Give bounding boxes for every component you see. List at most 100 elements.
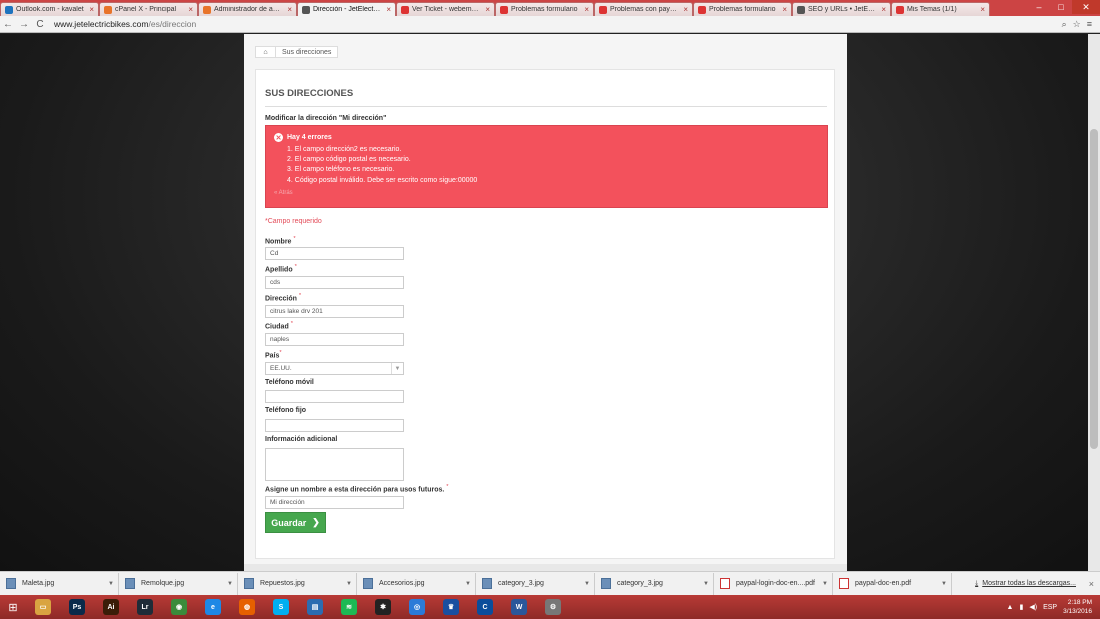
download-item[interactable]: Repuestos.jpg ▼	[238, 572, 357, 595]
app-target-taskbar-button[interactable]: ◎	[402, 596, 432, 618]
chrome-taskbar-button[interactable]: ◉	[164, 596, 194, 618]
browser-tab[interactable]: Dirección - JetElectricB ×	[297, 2, 396, 16]
chevron-down-icon[interactable]: ▼	[703, 581, 709, 587]
firefox-taskbar-button[interactable]: ◍	[232, 596, 262, 618]
tab-label: Mis Temas (1/1)	[907, 6, 957, 13]
download-item[interactable]: Maleta.jpg ▼	[0, 572, 119, 595]
form-subtitle: Modificar la dirección "Mi dirección"	[265, 115, 387, 122]
nombre-input[interactable]: Cd	[265, 247, 404, 260]
bookmark-star-icon[interactable]: ☆	[1073, 19, 1081, 30]
fijo-label: Teléfono fijo	[265, 407, 307, 414]
volume-icon[interactable]: ◀)	[1029, 603, 1037, 611]
close-tab-icon[interactable]: ×	[683, 5, 688, 14]
photoshop-taskbar-button[interactable]: Ps	[62, 596, 92, 618]
close-tab-icon[interactable]: ×	[584, 5, 589, 14]
chevron-down-icon[interactable]: ▼	[108, 581, 114, 587]
app-gear-taskbar-button[interactable]: ⚙	[538, 596, 568, 618]
chevron-down-icon[interactable]: ▼	[465, 581, 471, 587]
language-indicator[interactable]: ESP	[1043, 604, 1057, 611]
menu-icon[interactable]: ≡	[1087, 19, 1092, 30]
skype-taskbar-button[interactable]: S	[266, 596, 296, 618]
close-tab-icon[interactable]: ×	[386, 5, 391, 14]
image-file-icon	[6, 578, 16, 589]
maximize-icon[interactable]: □	[1050, 0, 1072, 14]
show-all-downloads-link[interactable]: ⤓ Mostrar todas las descargas...	[975, 580, 1100, 588]
pais-select[interactable]: EE.UU. ▼	[265, 362, 404, 375]
close-tab-icon[interactable]: ×	[782, 5, 787, 14]
browser-tab[interactable]: cPanel X - Principal ×	[99, 2, 198, 16]
download-item[interactable]: Accesorios.jpg ▼	[357, 572, 476, 595]
url-path: /es/direccion	[148, 19, 197, 29]
apellido-input[interactable]: cds	[265, 276, 404, 289]
back-icon[interactable]: ←	[0, 19, 16, 30]
file-explorer-taskbar-button[interactable]: ▭	[28, 596, 58, 618]
close-window-icon[interactable]: ✕	[1072, 0, 1100, 14]
tab-label: cPanel X - Principal	[115, 6, 177, 13]
illustrator-taskbar-button[interactable]: Ai	[96, 596, 126, 618]
close-tab-icon[interactable]: ×	[980, 5, 985, 14]
tray-up-arrow-icon[interactable]: ▲	[1007, 604, 1014, 611]
reload-icon[interactable]: C	[32, 19, 48, 30]
movil-input[interactable]	[265, 390, 404, 403]
tab-label: Administrador de arch	[214, 6, 282, 13]
spotify-taskbar-button[interactable]: ≋	[334, 596, 364, 618]
word-taskbar-button[interactable]: W	[504, 596, 534, 618]
chevron-down-icon[interactable]: ▼	[391, 363, 403, 374]
browser-tab[interactable]: Administrador de arch ×	[198, 2, 297, 16]
movil-label: Teléfono móvil	[265, 379, 314, 386]
lightroom-taskbar-button[interactable]: Lr	[130, 596, 160, 618]
tab-label: Problemas formulario	[511, 6, 578, 13]
vertical-scrollbar[interactable]	[1088, 34, 1100, 571]
browser-tab[interactable]: Ver Ticket - webempre ×	[396, 2, 495, 16]
direccion-label-text: Dirección	[265, 295, 297, 303]
windows-taskbar: ⊞ ▭ Ps Ai Lr ◉ e ◍ S ▤ ≋ ✱ ◎ ♛ C W ⚙ ▲ ▮ ◀) ESP 2:18 PM 3/13/…	[0, 595, 1100, 619]
close-tab-icon[interactable]: ×	[188, 5, 193, 14]
chevron-down-icon[interactable]: ▼	[584, 581, 590, 587]
direccion-input[interactable]: citrus lake drv 201	[265, 305, 404, 318]
breadcrumb-current: Sus direcciones	[282, 48, 332, 56]
tab-label: Problemas con paypal	[610, 6, 678, 13]
chevron-down-icon[interactable]: ▼	[227, 581, 233, 587]
browser-tab[interactable]: SEO y URLs • JetElect ×	[792, 2, 891, 16]
chevron-down-icon[interactable]: ▼	[346, 581, 352, 587]
browser-tab[interactable]: Problemas formulario ×	[495, 2, 594, 16]
info-textarea[interactable]	[265, 448, 404, 481]
ciudad-input[interactable]: naples	[265, 333, 404, 346]
browser-tab[interactable]: Problemas formulario ×	[693, 2, 792, 16]
forward-icon[interactable]: →	[16, 19, 32, 30]
clock[interactable]: 2:18 PM 3/13/2016	[1063, 598, 1092, 616]
home-icon[interactable]: ⌂	[256, 46, 276, 58]
notes-taskbar-button[interactable]: ▤	[300, 596, 330, 618]
browser-tab[interactable]: Outlook.com - kavalet ×	[0, 2, 99, 16]
close-tab-icon[interactable]: ×	[89, 5, 94, 14]
pais-label-text: País	[265, 352, 280, 360]
network-icon[interactable]: ▮	[1019, 603, 1023, 611]
downloads-bar: Maleta.jpg ▼ Remolque.jpg ▼ Repuestos.jpg ▼ Ac…	[0, 571, 1100, 595]
chevron-down-icon[interactable]: ▼	[822, 581, 828, 587]
alias-input[interactable]: Mi dirección	[265, 496, 404, 509]
close-tab-icon[interactable]: ×	[485, 5, 490, 14]
close-tab-icon[interactable]: ×	[287, 5, 292, 14]
download-item[interactable]: category_3.jpg ▼	[595, 572, 714, 595]
close-downloads-icon[interactable]: ×	[1089, 579, 1094, 589]
url-field[interactable]: www.jetelectricbikes.com/es/direccion	[54, 18, 1062, 31]
internet-explorer-taskbar-button[interactable]: e	[198, 596, 228, 618]
browser-tab[interactable]: Problemas con paypal ×	[594, 2, 693, 16]
app-c-taskbar-button[interactable]: C	[470, 596, 500, 618]
download-item[interactable]: category_3.jpg ▼	[476, 572, 595, 595]
browser-tab[interactable]: Mis Temas (1/1) ×	[891, 2, 990, 16]
download-item[interactable]: paypal-login-doc-en....pdf ▼	[714, 572, 833, 595]
fijo-input[interactable]	[265, 419, 404, 432]
zoom-icon[interactable]: ⌕	[1062, 19, 1067, 30]
close-tab-icon[interactable]: ×	[881, 5, 886, 14]
download-item[interactable]: paypal-doc-en.pdf ▼	[833, 572, 952, 595]
save-button[interactable]: Guardar ❯	[265, 512, 326, 533]
app-star-taskbar-button[interactable]: ✱	[368, 596, 398, 618]
error-back-link[interactable]: « Atrás	[274, 190, 819, 196]
start-button[interactable]: ⊞	[0, 595, 26, 619]
scrollbar-thumb[interactable]	[1090, 129, 1098, 449]
app-crown-taskbar-button[interactable]: ♛	[436, 596, 466, 618]
chevron-down-icon[interactable]: ▼	[941, 581, 947, 587]
download-item[interactable]: Remolque.jpg ▼	[119, 572, 238, 595]
minimize-icon[interactable]: –	[1028, 0, 1050, 14]
